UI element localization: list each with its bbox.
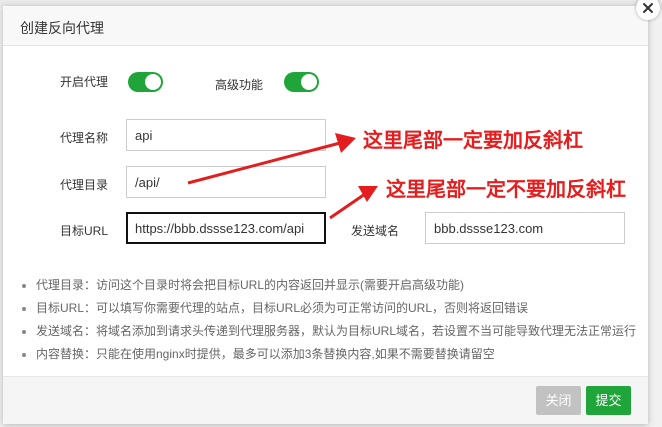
top-arrow: [187, 133, 356, 185]
bottom-arrow: [329, 186, 378, 220]
annotation-top: 这里尾部一定要加反斜杠: [363, 130, 583, 152]
annotation-bottom: 这里尾部一定不要加反斜杠: [386, 179, 626, 201]
annotation-arrows: [187, 133, 378, 220]
